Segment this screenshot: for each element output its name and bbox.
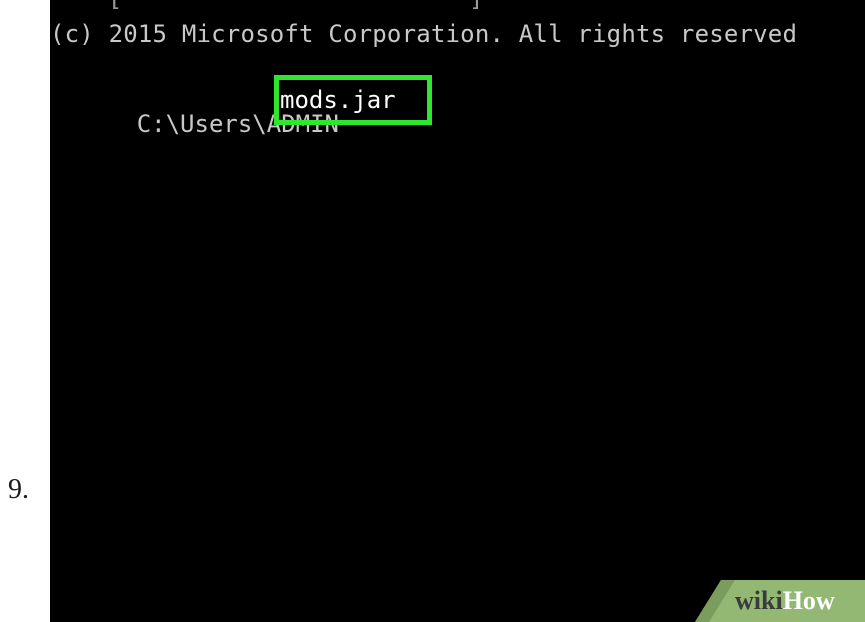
command-prompt-window[interactable]: [ ] (c) 2015 Microsoft Corporation. All … (50, 0, 865, 622)
watermark-wiki: wiki (735, 586, 783, 615)
wikihow-step-image: 9. [ ] (c) 2015 Microsoft Corporation. A… (0, 0, 865, 622)
watermark-how: How (782, 586, 835, 615)
wikihow-watermark: wikiHow (695, 580, 865, 622)
command-highlight-box (274, 75, 432, 125)
previous-line-remnant: [ ] (50, 0, 484, 10)
watermark-text: wikiHow (735, 588, 835, 614)
copyright-line: (c) 2015 Microsoft Corporation. All righ… (50, 20, 798, 48)
step-number: 9. (8, 474, 29, 505)
